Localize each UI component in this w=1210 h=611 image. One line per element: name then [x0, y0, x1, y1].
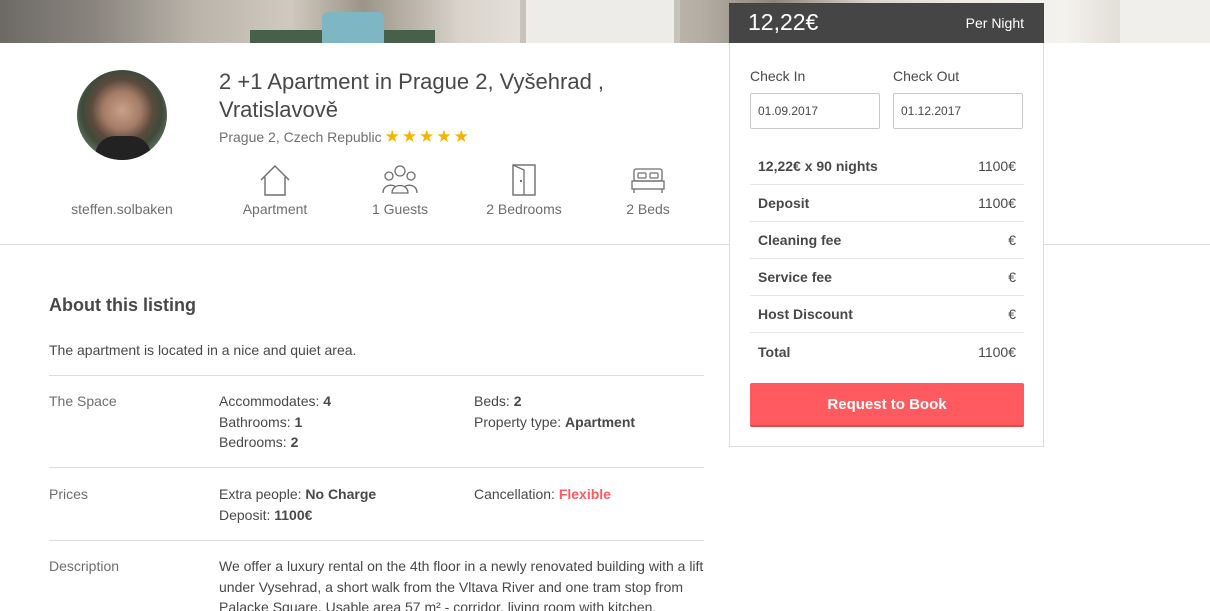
rating-stars: ★★★★★ [384, 127, 471, 146]
summary-row: 12,22€ x 90 nights 1100€ [750, 148, 1024, 185]
star-icon: ★ [436, 127, 454, 146]
request-to-book-button[interactable]: Request to Book [750, 383, 1024, 427]
hero-pillow [322, 12, 384, 43]
hero-window-right [1120, 0, 1210, 43]
prices-right-column: Cancellation: Flexible [474, 484, 611, 505]
feature-label: 2 Beds [626, 201, 670, 217]
listing-location: Prague 2, Czech Republic ★★★★★ [219, 127, 471, 146]
star-icon: ★ [453, 127, 471, 146]
summary-row: Host Discount € [750, 296, 1024, 333]
listing-title: 2 +1 Apartment in Prague 2, Vyšehrad , V… [219, 69, 605, 122]
summary-row-total: Total 1100€ [758, 343, 1016, 360]
bed-icon [631, 168, 665, 193]
description-label: Description [49, 558, 120, 574]
divider [49, 540, 704, 541]
space-label: The Space [49, 393, 117, 409]
feature-label: 2 Bedrooms [486, 201, 562, 217]
cancellation-line: Cancellation: Flexible [474, 486, 611, 502]
star-icon: ★ [419, 127, 437, 146]
feature-bedrooms: 2 Bedrooms [469, 163, 579, 217]
price-summary: 12,22€ x 90 nights 1100€ Deposit 1100€ Cle… [750, 148, 1024, 370]
checkin-label: Check In [750, 68, 806, 84]
summary-row: Deposit 1100€ [750, 185, 1024, 222]
deposit-line: Deposit: 1100€ [219, 506, 313, 523]
property-line: Property type: Apartment [474, 413, 636, 430]
guests-icon [382, 165, 418, 194]
price-bar: 12,22€ Per Night [729, 3, 1044, 43]
cancellation-policy-link[interactable]: Flexible [559, 486, 611, 502]
divider [49, 467, 704, 468]
hero-window [520, 0, 680, 43]
about-intro: The apartment is located in a nice and q… [49, 342, 357, 358]
summary-row: Cleaning fee € [750, 222, 1024, 259]
bathrooms-line: Bathrooms: 1 [219, 413, 303, 430]
price-period: Per Night [965, 15, 1024, 31]
booking-panel: 12,22€ Per Night Check In Check Out 12,2… [729, 3, 1044, 447]
accommodates-line: Accommodates: 4 [219, 393, 332, 409]
house-icon [260, 165, 290, 196]
host-name[interactable]: steffen.solbaken [60, 201, 184, 217]
checkout-input[interactable] [893, 93, 1023, 129]
feature-label: Apartment [242, 201, 308, 217]
extra-people-line: Extra people: No Charge [219, 486, 377, 502]
space-right-column: Beds: 2 Property type: Apartment [474, 391, 635, 432]
prices-label: Prices [49, 486, 88, 502]
beds-line: Beds: 2 [474, 393, 522, 409]
divider [49, 375, 704, 376]
bedrooms-line: Bedrooms: 2 [219, 434, 299, 450]
star-icon: ★ [384, 127, 402, 146]
summary-row: Service fee € [750, 259, 1024, 296]
prices-left-column: Extra people: No Charge Deposit: 1100€ [219, 484, 376, 525]
door-icon [512, 164, 536, 196]
feature-guests: 1 Guests [345, 163, 455, 217]
feature-label: 1 Guests [371, 201, 429, 217]
feature-beds: 2 Beds [593, 163, 703, 217]
checkout-label: Check Out [893, 68, 960, 84]
star-icon: ★ [401, 127, 420, 146]
description-text: We offer a luxury rental on the 4th floo… [219, 558, 704, 611]
nightly-price: 12,22€ [748, 9, 819, 35]
feature-apartment: Apartment [220, 163, 330, 217]
location-text: Prague 2, Czech Republic [219, 129, 382, 145]
space-left-column: Accommodates: 4 Bathrooms: 1 Bedrooms: 2 [219, 391, 331, 453]
host-avatar[interactable] [77, 70, 167, 160]
about-heading: About this listing [49, 295, 196, 315]
checkin-input[interactable] [750, 93, 880, 129]
